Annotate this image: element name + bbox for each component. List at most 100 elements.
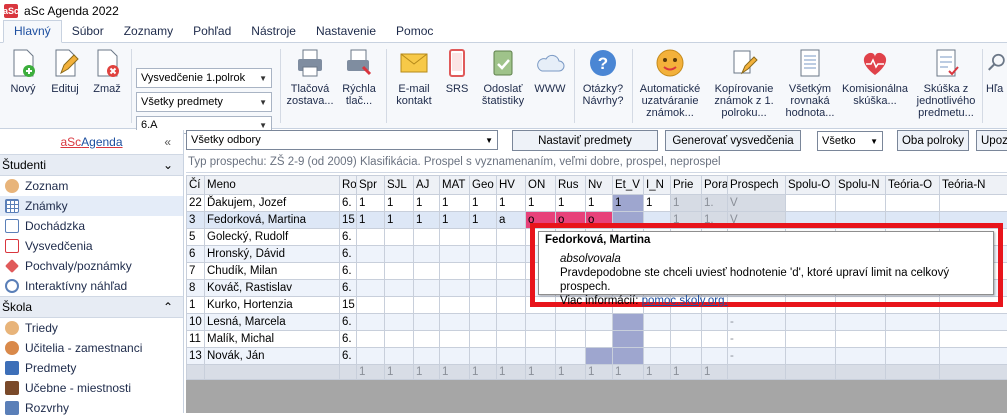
table-cell[interactable]: [556, 348, 586, 365]
subjects-select[interactable]: Všetky predmety▼: [136, 92, 272, 112]
table-row[interactable]: 22Ďakujem, Jozef6.1111111111111.V: [187, 195, 1007, 212]
table-cell[interactable]: [497, 297, 526, 314]
table-cell[interactable]: [414, 348, 440, 365]
column-header[interactable]: Et_V: [613, 176, 644, 195]
table-cell[interactable]: [586, 314, 613, 331]
table-cell[interactable]: Kurko, Hortenzia: [205, 297, 340, 314]
table-cell[interactable]: [440, 297, 470, 314]
table-cell[interactable]: [940, 314, 1007, 331]
table-cell[interactable]: Golecký, Rudolf: [205, 229, 340, 246]
table-cell[interactable]: [414, 331, 440, 348]
table-cell[interactable]: [886, 195, 940, 212]
table-cell[interactable]: [497, 314, 526, 331]
sidebar-item-zoznam[interactable]: Zoznam: [0, 176, 183, 196]
sidebar-item-dochadzka[interactable]: Dochádzka: [0, 216, 183, 236]
tab-nastavenie[interactable]: Nastavenie: [306, 21, 386, 42]
table-cell[interactable]: Lesná, Marcela: [205, 314, 340, 331]
column-header[interactable]: Teória-O: [886, 176, 940, 195]
auto-close-button[interactable]: Automatickéuzatváranieznámok...: [636, 47, 704, 119]
table-cell[interactable]: [440, 348, 470, 365]
new-button[interactable]: Nový: [6, 47, 40, 95]
table-cell[interactable]: [385, 229, 414, 246]
table-cell[interactable]: [440, 229, 470, 246]
table-cell[interactable]: Malík, Michal: [205, 331, 340, 348]
column-header[interactable]: Nv: [586, 176, 613, 195]
column-header[interactable]: Teória-N: [940, 176, 1007, 195]
table-cell[interactable]: 7: [187, 263, 205, 280]
sidebar-item-triedy[interactable]: Triedy: [0, 318, 183, 338]
report-type-select[interactable]: Vysvedčenie 1.polrok▼: [136, 68, 272, 88]
table-cell[interactable]: 6.: [340, 280, 357, 297]
table-cell[interactable]: [470, 348, 497, 365]
sidebar-item-nahlad[interactable]: Interaktívny náhľad: [0, 276, 183, 296]
srs-button[interactable]: SRS: [440, 47, 474, 95]
column-header[interactable]: Prospech: [728, 176, 786, 195]
column-header[interactable]: Meno: [205, 176, 340, 195]
copy-grades-button[interactable]: Kopírovanieznámok z 1.polroku...: [706, 47, 782, 119]
table-cell[interactable]: 1: [440, 195, 470, 212]
table-cell[interactable]: 1: [613, 195, 644, 212]
table-cell[interactable]: [385, 263, 414, 280]
section-students[interactable]: Študenti⌄: [0, 154, 183, 176]
table-cell[interactable]: [497, 348, 526, 365]
table-cell[interactable]: [385, 280, 414, 297]
table-cell[interactable]: [470, 331, 497, 348]
column-header[interactable]: Prie: [671, 176, 702, 195]
table-cell[interactable]: [886, 331, 940, 348]
table-cell[interactable]: [470, 229, 497, 246]
table-cell[interactable]: Novák, Ján: [205, 348, 340, 365]
table-cell[interactable]: [556, 314, 586, 331]
table-cell[interactable]: 6.: [340, 348, 357, 365]
table-cell[interactable]: [440, 246, 470, 263]
table-cell[interactable]: 8: [187, 280, 205, 297]
print-set-button[interactable]: Tlačovázostava...: [286, 47, 334, 107]
table-cell[interactable]: 1: [187, 297, 205, 314]
sidebar-item-vysvedcenia[interactable]: Vysvedčenia: [0, 236, 183, 256]
questions-button[interactable]: ? Otázky?Návrhy?: [578, 47, 628, 107]
table-cell[interactable]: [556, 331, 586, 348]
column-header[interactable]: MAT: [440, 176, 470, 195]
table-cell[interactable]: [786, 331, 836, 348]
quick-print-button[interactable]: Rýchlatlač...: [338, 47, 380, 107]
table-cell[interactable]: [526, 331, 556, 348]
table-cell[interactable]: [671, 331, 702, 348]
table-cell[interactable]: 6.: [340, 246, 357, 263]
table-cell[interactable]: [786, 348, 836, 365]
column-header[interactable]: Rus: [556, 176, 586, 195]
column-header[interactable]: AJ: [414, 176, 440, 195]
section-school[interactable]: Škola⌃: [0, 296, 183, 318]
table-cell[interactable]: 1: [470, 195, 497, 212]
warnings-button[interactable]: Upoz: [976, 130, 1007, 151]
all-filter-select[interactable]: Všetko▼: [817, 131, 883, 151]
table-cell[interactable]: [886, 348, 940, 365]
table-cell[interactable]: [440, 263, 470, 280]
table-cell[interactable]: 6.: [340, 195, 357, 212]
table-cell[interactable]: [644, 331, 671, 348]
table-cell[interactable]: [940, 331, 1007, 348]
table-cell[interactable]: [385, 314, 414, 331]
sidebar-item-znamky[interactable]: Známky: [0, 196, 183, 216]
table-cell[interactable]: [497, 229, 526, 246]
table-cell[interactable]: -: [728, 314, 786, 331]
table-cell[interactable]: [702, 331, 728, 348]
table-cell[interactable]: [357, 263, 385, 280]
tab-pohlad[interactable]: Pohľad: [183, 21, 241, 42]
table-cell[interactable]: [836, 331, 886, 348]
collapse-icon[interactable]: «: [164, 135, 171, 149]
edit-button[interactable]: Edituj: [48, 47, 82, 95]
table-cell[interactable]: [357, 297, 385, 314]
table-cell[interactable]: 1: [470, 212, 497, 229]
tab-nastroje[interactable]: Nástroje: [241, 21, 306, 42]
table-cell[interactable]: 6.: [340, 229, 357, 246]
table-cell[interactable]: [497, 280, 526, 297]
sidebar-item-ucebne[interactable]: Učebne - miestnosti: [0, 378, 183, 398]
table-cell[interactable]: [414, 297, 440, 314]
table-cell[interactable]: [385, 246, 414, 263]
table-cell[interactable]: [702, 314, 728, 331]
commission-exam-button[interactable]: Komisionálnaskúška...: [838, 47, 912, 107]
table-cell[interactable]: [786, 195, 836, 212]
table-cell[interactable]: [526, 348, 556, 365]
tab-zoznamy[interactable]: Zoznamy: [114, 21, 183, 42]
table-cell[interactable]: 13: [187, 348, 205, 365]
sidebar-item-rozvrhy[interactable]: Rozvrhy: [0, 398, 183, 418]
